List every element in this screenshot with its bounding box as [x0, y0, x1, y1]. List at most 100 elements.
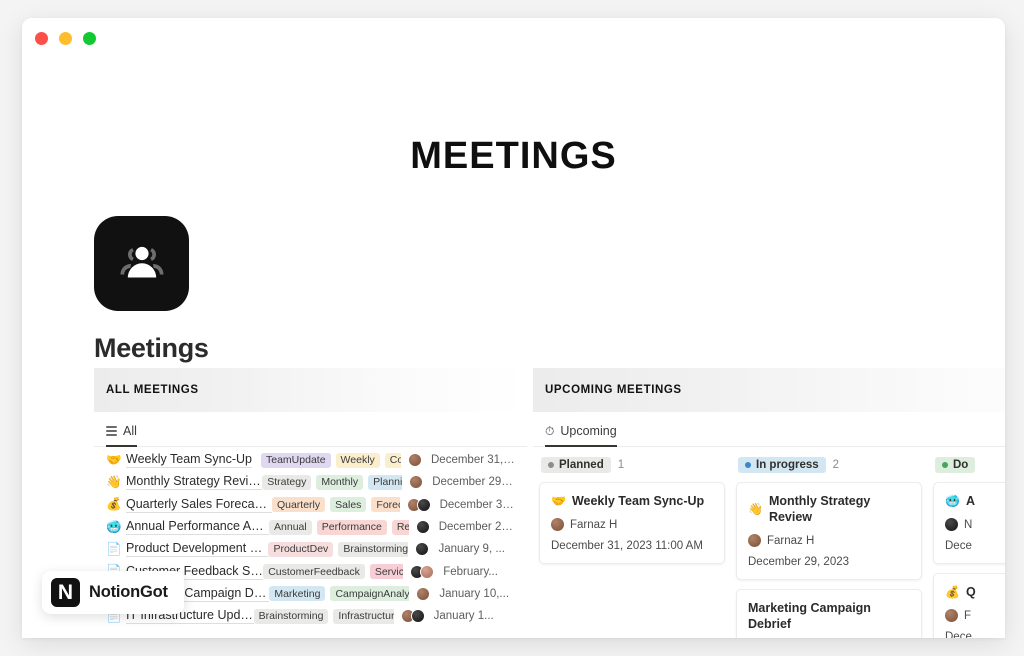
meeting-card-title-text: A: [965, 494, 975, 508]
table-row[interactable]: 💰 Quarterly Sales Forecast M...QuarterlyS…: [106, 494, 515, 516]
tag-chip[interactable]: Brainstorming: [338, 541, 409, 557]
tab-upcoming[interactable]: ⏱ Upcoming: [545, 424, 617, 447]
tag-chip[interactable]: Marketing: [269, 586, 326, 602]
meeting-card-date: Dece: [945, 631, 972, 638]
meeting-card-title-text: Q: [965, 585, 976, 599]
meeting-card[interactable]: 👋 Monthly Strategy Review Farnaz H December…: [736, 482, 922, 580]
tag-chip[interactable]: CampaignAnalysis: [330, 586, 410, 602]
meeting-card[interactable]: 🤝 Weekly Team Sync-Up Farnaz H December 31,…: [539, 482, 725, 564]
tag-chip[interactable]: Weekly: [335, 452, 380, 468]
page-banner-title: MEETINGS: [410, 135, 617, 177]
meeting-card-person: N: [945, 518, 1005, 531]
tag-chip[interactable]: CustomerFeedback: [263, 564, 365, 580]
row-avatars: [406, 497, 431, 512]
clock-icon: ⏱: [545, 424, 555, 438]
meeting-card-date: December 29, 2023: [748, 556, 850, 568]
row-tags: QuarterlySalesForeca: [271, 497, 400, 513]
notiongot-logo-icon: N: [51, 578, 80, 607]
row-tags: StrategyMonthlyPlannin: [262, 474, 403, 490]
tag-chip[interactable]: Sales: [330, 497, 367, 513]
tag-chip[interactable]: ServiceImprov: [369, 564, 404, 580]
tag-chip[interactable]: Monthly: [316, 474, 364, 490]
meeting-card-person-name: Farnaz H: [570, 518, 618, 531]
row-emoji-icon: 🥶: [106, 519, 122, 534]
table-row[interactable]: 📄 Product Development Brai... ProductDev Br…: [106, 538, 515, 560]
tag-chip[interactable]: Annual: [269, 519, 312, 535]
tag-chip[interactable]: Quarterly: [271, 497, 326, 513]
row-avatars: [416, 586, 431, 601]
app-window: MEETINGS Meetings ALL MEETINGS All 🤝 Wee…: [22, 18, 1005, 638]
tag-chip[interactable]: TeamUpdate: [261, 452, 331, 468]
board-column: In progress 2 👋 Monthly Strategy Review Farn…: [736, 457, 922, 638]
row-date: February...: [443, 565, 498, 578]
row-date: January 10,...: [439, 587, 510, 600]
avatar: [551, 518, 564, 531]
maximize-window-button[interactable]: [83, 32, 96, 45]
table-row[interactable]: 🤝 Weekly Team Sync-Up TeamUpdate Weekly Co De…: [106, 449, 515, 471]
meeting-card[interactable]: 💰 Q F Dece: [933, 573, 1005, 638]
card-emoji-icon: 🤝: [551, 494, 566, 508]
people-group-icon: [94, 216, 189, 311]
row-title[interactable]: Weekly Team Sync-Up: [126, 452, 252, 469]
row-date: January 1...: [433, 610, 494, 623]
status-badge[interactable]: Planned: [541, 457, 611, 473]
tab-all[interactable]: All: [106, 424, 137, 447]
tag-chip[interactable]: Co: [384, 452, 401, 468]
tab-upcoming-label: Upcoming: [560, 424, 617, 438]
tag-chip[interactable]: Infrastructure: [333, 608, 394, 624]
window-titlebar: [22, 18, 1005, 60]
minimize-window-button[interactable]: [59, 32, 72, 45]
avatar: [410, 609, 425, 624]
table-row[interactable]: 👋 Monthly Strategy Review Strategy Monthly P…: [106, 471, 515, 493]
status-badge[interactable]: In progress: [738, 457, 826, 473]
board-column-count: 2: [832, 459, 840, 471]
row-title[interactable]: Annual Performance Analy...: [126, 519, 270, 536]
tag-chip[interactable]: Foreca: [371, 497, 400, 513]
tag-chip[interactable]: Brainstorming: [253, 608, 329, 624]
tag-chip[interactable]: Strategy: [262, 474, 312, 490]
board-column-header: Do: [933, 457, 1005, 473]
meeting-card-person-name: Farnaz H: [767, 534, 815, 547]
status-dot-icon: [745, 462, 751, 468]
meeting-card[interactable]: Marketing Campaign DebriefFarnaz HJanuar…: [736, 589, 922, 638]
meeting-card-date: Dece: [945, 540, 972, 552]
tag-chip[interactable]: ProductDev: [268, 541, 334, 557]
row-tags: CustomerFeedbackServiceImprov: [263, 564, 404, 580]
row-date: January 9, ...: [438, 543, 505, 556]
board-column: Planned 1 🤝 Weekly Team Sync-Up Farnaz H Dece…: [539, 457, 725, 573]
meeting-card-title: 🤝 Weekly Team Sync-Up: [551, 493, 713, 509]
upcoming-meetings-header-label: UPCOMING MEETINGS: [545, 384, 682, 396]
card-emoji-icon: 👋: [748, 502, 763, 516]
row-tags: AnnualPerformanceRevi: [269, 519, 409, 535]
meeting-card-title: 💰 Q: [945, 584, 1005, 600]
row-date: December 30, ...: [439, 498, 515, 511]
traffic-lights: [35, 32, 96, 45]
row-date: December 31, 202...: [431, 454, 515, 467]
status-badge-label: Planned: [559, 459, 604, 471]
meeting-card[interactable]: 🥶 A N Dece: [933, 482, 1005, 564]
all-meetings-view-tabs: All: [94, 424, 527, 447]
upcoming-meetings-section: UPCOMING MEETINGS ⏱ Upcoming Planned 1 🤝 We…: [527, 368, 1005, 638]
tag-chip[interactable]: Performance: [316, 519, 387, 535]
avatar: [415, 542, 430, 557]
status-badge[interactable]: Do: [935, 457, 976, 473]
meeting-card-person: F: [945, 609, 1005, 622]
avatar: [416, 586, 431, 601]
board-column: Do🥶ANDece💰QFDeceProc Brai: [933, 457, 1005, 638]
page-content: MEETINGS Meetings ALL MEETINGS All 🤝 Wee…: [22, 60, 1005, 638]
row-title[interactable]: Product Development Brai...: [126, 541, 269, 558]
tag-chip[interactable]: Revi: [391, 519, 409, 535]
close-window-button[interactable]: [35, 32, 48, 45]
upcoming-meetings-header: UPCOMING MEETINGS: [533, 368, 1005, 412]
meeting-card-person-name: N: [964, 518, 973, 531]
row-title[interactable]: Monthly Strategy Review: [126, 474, 263, 491]
avatar: [409, 475, 424, 490]
board-column-header: Planned 1: [539, 457, 725, 473]
tag-chip[interactable]: Plannin: [368, 474, 403, 490]
notiongot-watermark: N NotionGot: [42, 571, 184, 614]
all-meetings-header: ALL MEETINGS: [94, 368, 527, 412]
table-row[interactable]: 🥶 Annual Performance Analy... Annual Perfor…: [106, 516, 515, 538]
meeting-card-person: Farnaz H: [551, 518, 713, 531]
row-avatars: [409, 475, 424, 490]
row-title[interactable]: Quarterly Sales Forecast M...: [126, 497, 272, 513]
